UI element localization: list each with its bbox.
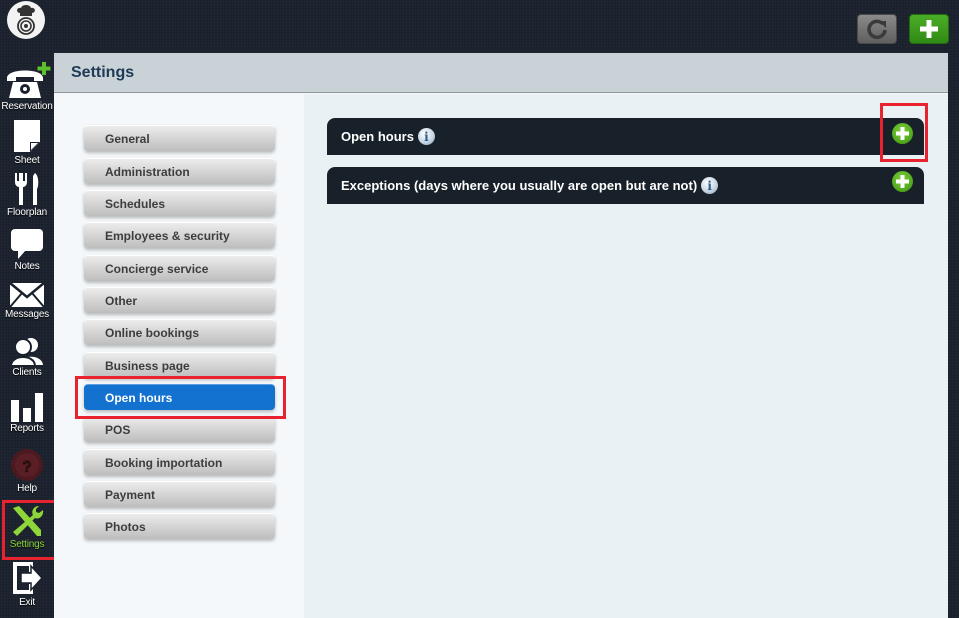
speech-bubble-icon (11, 229, 43, 259)
add-open-hours-button[interactable] (892, 123, 913, 144)
sidebar-item-label: Clients (12, 367, 42, 378)
plus-circle-icon (896, 175, 909, 188)
chef-logo-icon (17, 5, 35, 35)
settings-menu-schedules[interactable]: Schedules (84, 190, 275, 216)
info-icon[interactable]: i (701, 177, 719, 194)
sidebar-item-messages[interactable]: Messages (0, 282, 54, 320)
sidebar-item-label: Reservation (1, 101, 53, 112)
settings-panel: Settings General Administration Schedule… (54, 53, 948, 618)
sidebar-item-reports[interactable]: Reports (0, 392, 54, 434)
sidebar-item-label: Floorplan (7, 207, 47, 218)
sidebar-item-exit[interactable]: Exit (0, 560, 54, 608)
svg-text:?: ? (22, 458, 32, 475)
app-logo[interactable] (7, 1, 45, 39)
fork-knife-icon (15, 173, 39, 205)
sidebar-item-reservation[interactable]: Reservation (0, 62, 54, 112)
settings-menu-other[interactable]: Other (84, 287, 275, 313)
settings-menu-online-bookings[interactable]: Online bookings (84, 319, 275, 345)
sidebar-item-label: Sheet (14, 155, 40, 166)
add-exception-button[interactable] (892, 171, 913, 192)
exit-arrow-icon (13, 562, 43, 594)
sidebar-item-label: Messages (5, 309, 49, 320)
sidebar-item-label: Exit (19, 597, 35, 608)
settings-menu-photos[interactable]: Photos (84, 513, 275, 539)
section-title: Open hours (341, 129, 414, 144)
sidebar-item-floorplan[interactable]: Floorplan (0, 172, 54, 218)
sidebar-item-notes[interactable]: Notes (0, 228, 54, 272)
section-exceptions: Exceptions (days where you usually are o… (327, 167, 924, 204)
settings-menu: General Administration Schedules Employe… (54, 94, 304, 618)
section-open-hours: Open hours i (327, 118, 924, 155)
envelope-icon (9, 282, 45, 308)
plus-icon (920, 20, 938, 38)
sheet-icon (14, 120, 40, 152)
sidebar-item-label: Help (17, 483, 37, 494)
settings-menu-concierge-service[interactable]: Concierge service (84, 255, 275, 281)
add-reservation-button[interactable] (909, 14, 949, 44)
settings-menu-open-hours[interactable]: Open hours (84, 384, 275, 410)
phone-plus-icon (7, 62, 51, 98)
settings-menu-employees-security[interactable]: Employees & security (84, 222, 275, 248)
settings-menu-payment[interactable]: Payment (84, 481, 275, 507)
panel-header: Settings (54, 53, 948, 93)
sidebar-item-label: Notes (14, 261, 40, 272)
help-icon: ? (11, 449, 43, 481)
sidebar-item-settings[interactable]: Settings (0, 500, 58, 560)
sidebar-item-label: Settings (9, 539, 45, 550)
sidebar-item-help[interactable]: ? Help (0, 448, 54, 494)
users-icon (10, 338, 43, 366)
sidebar-item-sheet[interactable]: Sheet (0, 118, 54, 166)
refresh-icon (867, 19, 887, 40)
sidebar-item-label: Reports (10, 423, 44, 434)
settings-menu-booking-importation[interactable]: Booking importation (84, 449, 275, 475)
settings-menu-general[interactable]: General (84, 125, 275, 151)
refresh-button[interactable] (857, 14, 897, 44)
settings-menu-pos[interactable]: POS (84, 416, 275, 442)
content-area: Open hours i Exceptions (days where you … (304, 94, 948, 618)
settings-menu-business-page[interactable]: Business page (84, 352, 275, 378)
bar-chart-icon (11, 393, 43, 422)
info-icon[interactable]: i (417, 128, 435, 145)
page-title: Settings (71, 63, 135, 81)
tools-icon (13, 506, 44, 536)
plus-circle-icon (896, 127, 909, 140)
settings-menu-administration[interactable]: Administration (84, 158, 275, 184)
sidebar-item-clients[interactable]: Clients (0, 336, 54, 378)
section-title: Exceptions (days where you usually are o… (341, 178, 698, 193)
